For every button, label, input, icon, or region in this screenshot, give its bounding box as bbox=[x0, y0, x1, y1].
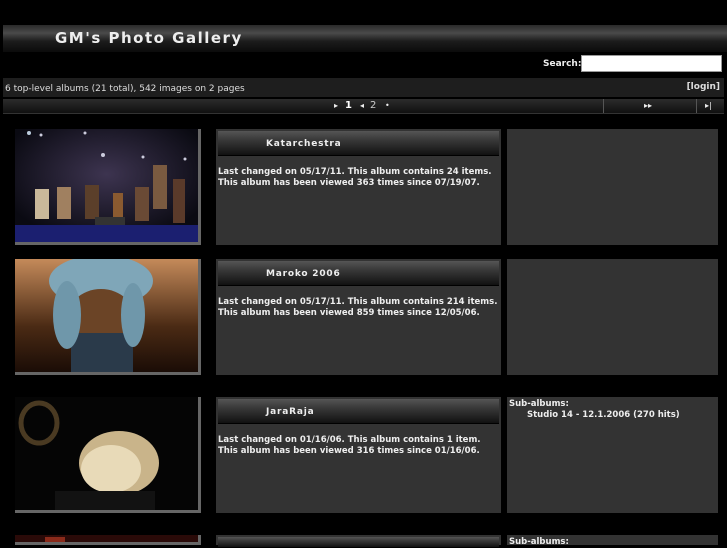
album-changed-text: Last changed on 05/17/11. This album con… bbox=[218, 297, 498, 307]
album-thumbnail-jararaja[interactable] bbox=[15, 397, 201, 513]
subalbums-panel bbox=[507, 259, 718, 375]
next-page-icon: ▸▸ bbox=[644, 101, 653, 110]
album-title-bar[interactable]: Katarchestra bbox=[218, 131, 499, 156]
page-2-link[interactable]: 2 bbox=[370, 100, 376, 111]
album-description: Last changed on 01/16/06. This album con… bbox=[218, 435, 499, 457]
subalbums-heading: Sub-albums: bbox=[509, 537, 569, 547]
album-info-maroko-2006: Maroko 2006 Last changed on 05/17/11. Th… bbox=[216, 259, 501, 375]
gallery-header: GM's Photo Gallery bbox=[3, 25, 727, 52]
album-thumbnail-next[interactable] bbox=[15, 535, 201, 545]
album-thumbnail-maroko-2006[interactable] bbox=[15, 259, 201, 375]
album-changed-text: Last changed on 01/16/06. This album con… bbox=[218, 435, 481, 445]
album-title-bar[interactable]: Maroko 2006 bbox=[218, 261, 499, 286]
album-title[interactable]: JaraRaja bbox=[266, 407, 315, 417]
concert-photo-image bbox=[15, 129, 198, 242]
album-title-bar[interactable]: JaraRaja bbox=[218, 399, 499, 424]
album-changed-text: Last changed on 05/17/11. This album con… bbox=[218, 167, 492, 177]
page-navigation: ▸ 1 ◂ 2 • ▸▸ ▸| bbox=[3, 99, 724, 114]
album-views-text: This album has been viewed 859 times sin… bbox=[218, 308, 480, 318]
album-views-text: This album has been viewed 316 times sin… bbox=[218, 446, 480, 456]
subalbums-panel: Sub-albums: Studio 14 - 12.1.2006 (270 h… bbox=[507, 397, 718, 513]
current-page-arrow-icon: ▸ bbox=[334, 101, 339, 110]
album-info-jararaja: JaraRaja Last changed on 01/16/06. This … bbox=[216, 397, 501, 513]
search-label: Search: bbox=[543, 59, 582, 69]
subalbum-link[interactable]: Studio 14 - 12.1.2006 (270 hits) bbox=[527, 410, 680, 420]
portrait-photo-image bbox=[15, 259, 198, 372]
page-1-link: 1 bbox=[345, 100, 352, 111]
album-info-katarchestra: Katarchestra Last changed on 05/17/11. T… bbox=[216, 129, 501, 245]
subalbums-panel: Sub-albums: bbox=[507, 535, 718, 547]
subalbums-panel bbox=[507, 129, 718, 245]
album-description: Last changed on 05/17/11. This album con… bbox=[218, 297, 499, 319]
album-summary: 6 top-level albums (21 total), 542 image… bbox=[5, 84, 245, 94]
cellist-photo-image bbox=[15, 397, 198, 510]
subalbums-heading: Sub-albums: bbox=[509, 399, 569, 409]
page-arrow-right-icon: • bbox=[385, 101, 390, 110]
info-bar: 6 top-level albums (21 total), 542 image… bbox=[3, 78, 724, 97]
page-arrow-left-icon: ◂ bbox=[360, 101, 365, 110]
album-description: Last changed on 05/17/11. This album con… bbox=[218, 167, 499, 189]
album-info-next bbox=[216, 535, 501, 548]
album-thumbnail-katarchestra[interactable] bbox=[15, 129, 201, 245]
album-title[interactable]: Katarchestra bbox=[266, 139, 341, 149]
last-page-icon: ▸| bbox=[705, 101, 712, 110]
next-page-button[interactable]: ▸▸ bbox=[603, 99, 696, 113]
login-link[interactable]: [login] bbox=[687, 82, 720, 92]
search-input[interactable] bbox=[581, 55, 722, 72]
album-title-bar[interactable] bbox=[218, 537, 499, 548]
page-title: GM's Photo Gallery bbox=[55, 29, 243, 47]
album-title[interactable]: Maroko 2006 bbox=[266, 269, 341, 279]
album-views-text: This album has been viewed 363 times sin… bbox=[218, 178, 480, 188]
last-page-button[interactable]: ▸| bbox=[696, 99, 724, 113]
album-photo-image bbox=[15, 535, 198, 542]
